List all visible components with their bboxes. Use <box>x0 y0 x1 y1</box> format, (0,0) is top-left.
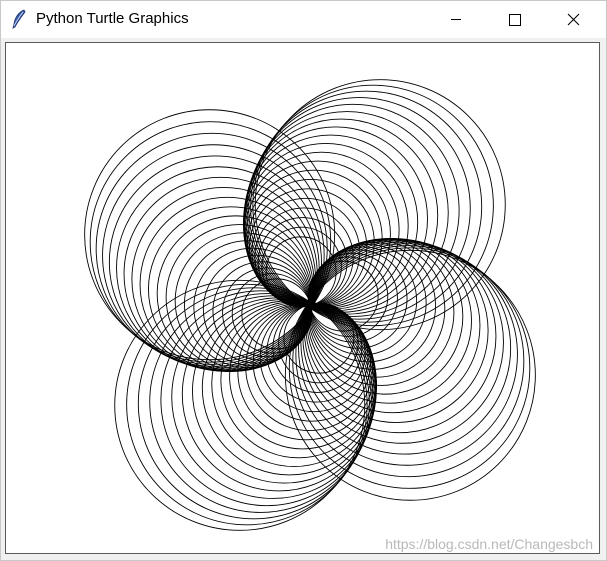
minimize-icon <box>451 19 461 20</box>
title-bar[interactable]: Python Turtle Graphics <box>1 1 606 38</box>
maximize-icon <box>509 14 521 26</box>
window-title: Python Turtle Graphics <box>36 10 189 27</box>
maximize-button[interactable] <box>491 1 537 38</box>
turtle-drawing[interactable] <box>6 43 599 553</box>
minimize-button[interactable] <box>433 1 479 38</box>
close-icon <box>567 13 580 26</box>
feather-icon <box>10 9 28 29</box>
watermark-text: https://blog.csdn.net/Changesbch <box>385 536 593 552</box>
close-button[interactable] <box>550 1 596 38</box>
turtle-window: Python Turtle Graphics https://blog.csdn… <box>0 0 607 561</box>
turtle-canvas-frame: https://blog.csdn.net/Changesbch <box>5 42 600 554</box>
